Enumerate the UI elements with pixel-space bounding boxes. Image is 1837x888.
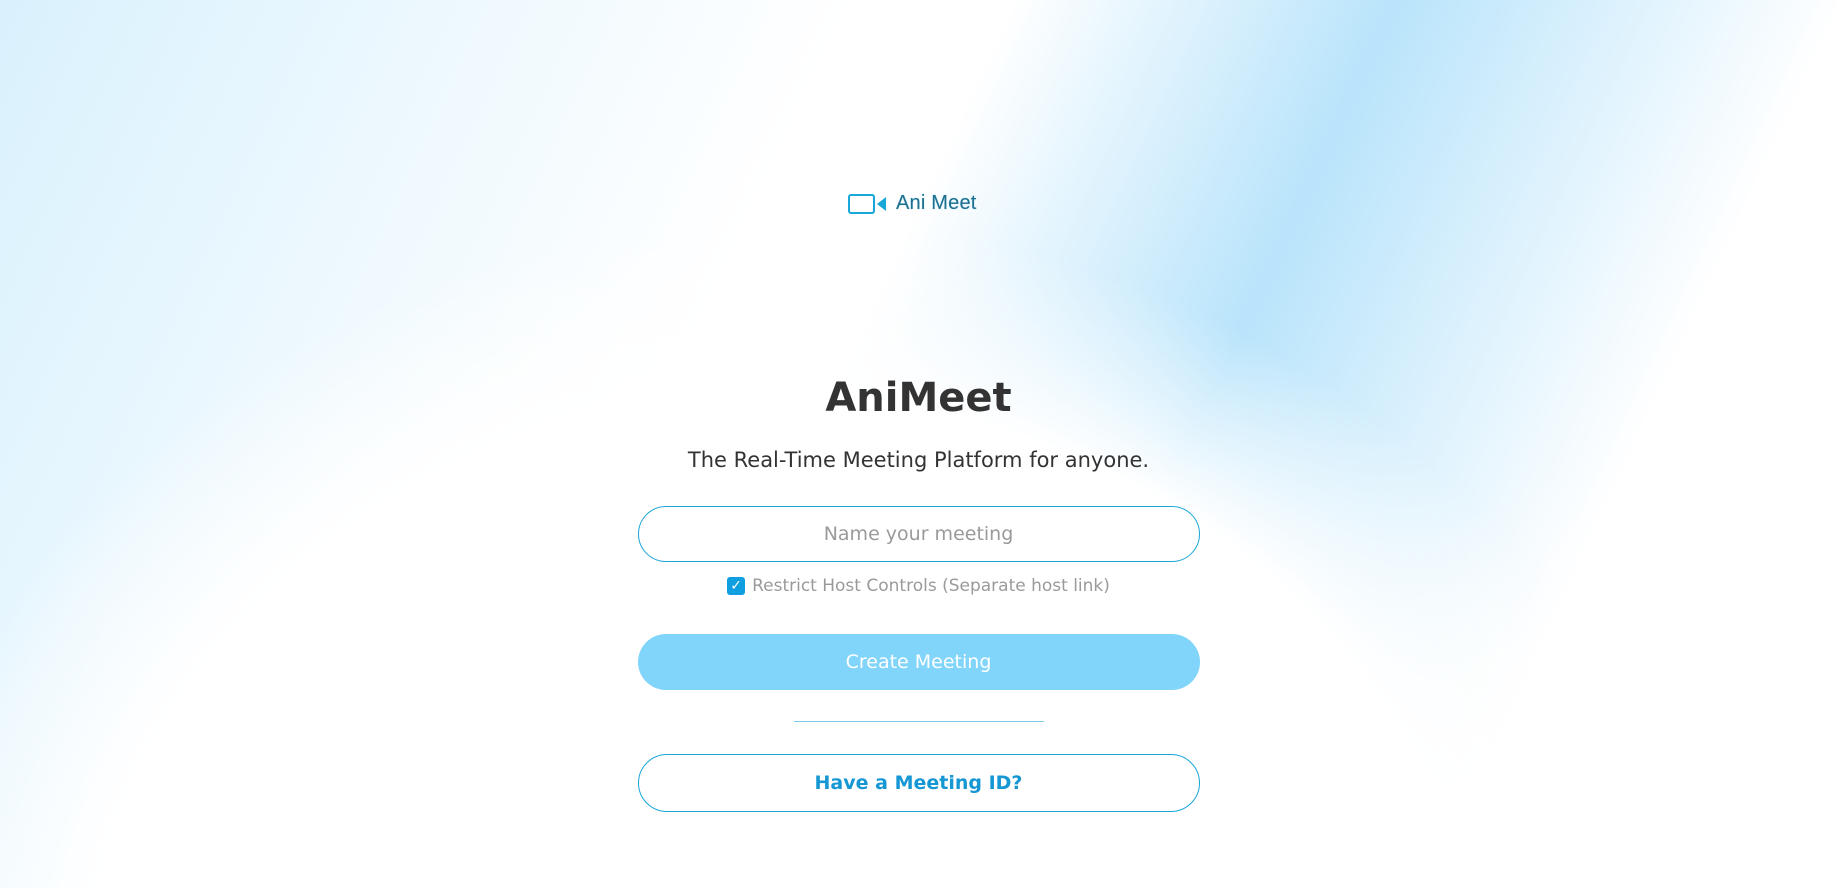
meeting-name-input[interactable] [637,506,1200,562]
restrict-host-checkbox[interactable]: ✓ [727,577,746,595]
restrict-host-option[interactable]: ✓ Restrict Host Controls (Separate host … [727,576,1110,596]
video-camera-icon [848,193,886,214]
restrict-host-label[interactable]: Restrict Host Controls (Separate host li… [752,576,1110,596]
page-title: AniMeet [825,375,1012,421]
create-meeting-button[interactable]: Create Meeting [637,634,1200,690]
brand-logo[interactable]: Ani Meet [848,192,977,215]
divider [793,721,1044,722]
brand-name: Ani Meet [896,192,977,214]
checkmark-icon: ✓ [730,578,742,594]
create-meeting-panel: AniMeet The Real-Time Meeting Platform f… [0,372,1837,812]
page-subtitle: The Real-Time Meeting Platform for anyon… [687,448,1150,472]
have-meeting-id-button[interactable]: Have a Meeting ID? [637,754,1200,812]
